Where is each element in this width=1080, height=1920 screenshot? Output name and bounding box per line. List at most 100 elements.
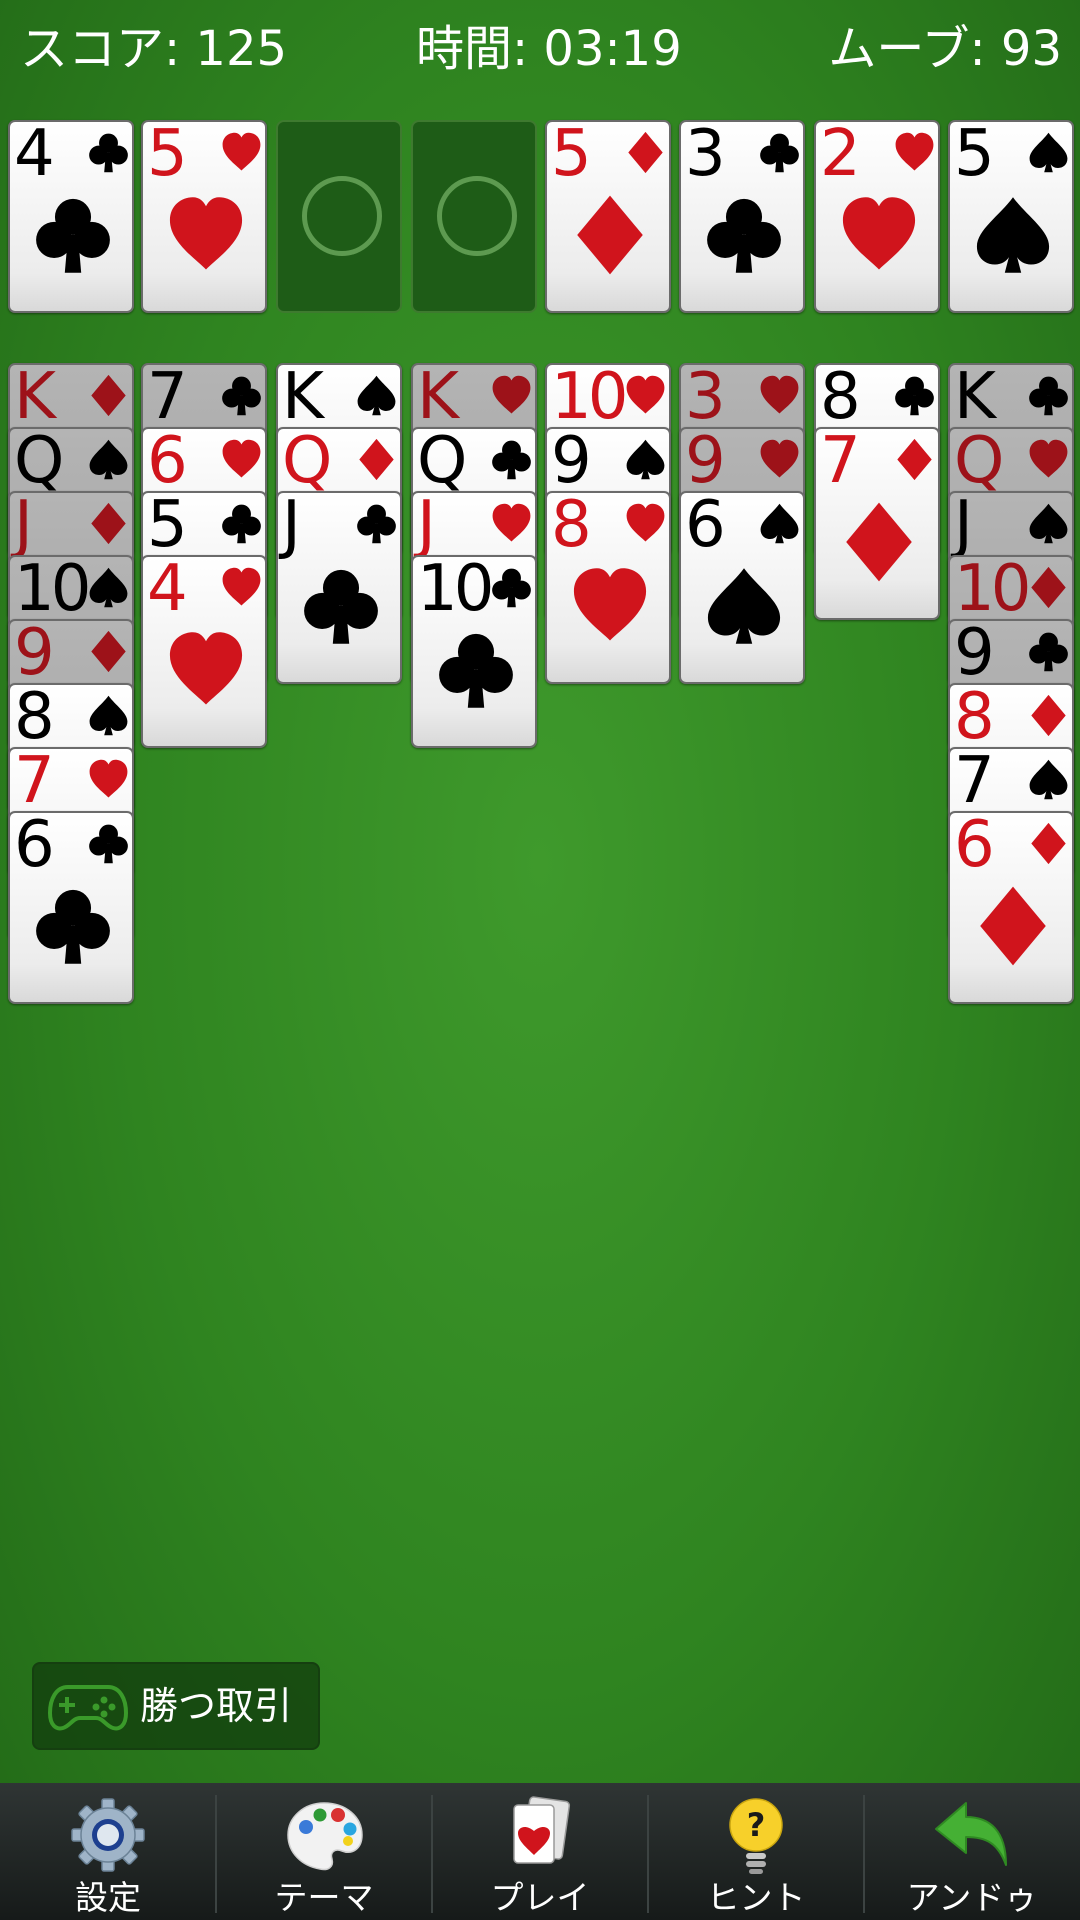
club-icon <box>492 440 531 480</box>
bottom-toolbar: 設定 テーマ プレイ ? ヒント アンドゥ <box>0 1783 1080 1920</box>
club-icon <box>1029 376 1068 416</box>
club-icon <box>492 568 531 608</box>
card-rank: 2 <box>820 120 861 191</box>
card-rank: 5 <box>147 491 188 562</box>
win-deal-button[interactable]: 勝つ取引 <box>32 1662 320 1750</box>
diamond-icon <box>897 438 932 481</box>
settings-label: 設定 <box>75 1878 141 1917</box>
spade-icon <box>626 439 665 480</box>
foundation-card[interactable]: 5 <box>948 120 1074 313</box>
card-rank: 5 <box>551 120 592 191</box>
spade-icon <box>89 695 128 736</box>
spade-icon <box>357 375 396 416</box>
settings-button[interactable]: 設定 <box>0 1783 216 1920</box>
tableau-card[interactable]: 7 <box>814 427 940 620</box>
tableau-card[interactable]: 6 <box>948 811 1074 1004</box>
tableau-card[interactable]: 6 <box>679 491 805 684</box>
club-icon <box>36 198 110 273</box>
diamond-icon <box>628 131 663 174</box>
card-rank: 3 <box>685 120 726 191</box>
heart-icon <box>222 132 261 171</box>
club-icon <box>760 133 799 173</box>
spade-icon <box>1029 132 1068 173</box>
card-rank: 5 <box>147 120 188 191</box>
tableau-card[interactable]: 8 <box>545 491 671 684</box>
spade-icon <box>1029 503 1068 544</box>
card-rank: Q <box>954 427 1004 498</box>
free-cell-card[interactable]: 5 <box>141 120 267 313</box>
card-rank: 8 <box>820 363 861 434</box>
tableau-card[interactable]: 4 <box>141 555 267 748</box>
empty-free-cell[interactable] <box>276 120 402 313</box>
card-rank: 7 <box>147 363 188 434</box>
card-rank: K <box>954 363 996 434</box>
free-cell-card[interactable]: 4 <box>8 120 134 313</box>
card-rank: 10 <box>551 363 628 434</box>
spade-icon <box>89 439 128 480</box>
diamond-icon <box>91 502 126 545</box>
card-rank: K <box>282 363 324 434</box>
card-rank: 10 <box>954 555 1031 626</box>
foundation-card[interactable]: 5 <box>545 120 671 313</box>
score-display: スコア: 125 <box>20 21 288 77</box>
undo-button[interactable]: アンドゥ <box>864 1783 1080 1920</box>
spade-icon <box>89 567 128 608</box>
card-rank: K <box>14 363 56 434</box>
club-icon <box>707 198 781 273</box>
heart-icon <box>626 503 665 542</box>
card-rank: 4 <box>147 555 188 626</box>
heart-icon <box>895 132 934 171</box>
club-icon <box>357 504 396 544</box>
diamond-icon <box>1031 822 1066 865</box>
foundation-card[interactable]: 2 <box>814 120 940 313</box>
empty-free-cell[interactable] <box>411 120 537 313</box>
card-rank: J <box>282 491 301 562</box>
spade-icon <box>1029 759 1068 800</box>
diamond-icon <box>91 630 126 673</box>
card-rank: J <box>14 491 33 562</box>
heart-icon <box>169 197 243 270</box>
empty-slot-icon <box>437 176 517 256</box>
club-icon <box>89 824 128 864</box>
lightbulb-icon: ? <box>729 1798 783 1874</box>
theme-button[interactable]: テーマ <box>216 1783 432 1920</box>
theme-label: テーマ <box>274 1878 374 1917</box>
diamond-icon <box>91 374 126 417</box>
card-rank: 8 <box>954 683 995 754</box>
club-icon <box>222 376 261 416</box>
club-icon <box>304 569 378 644</box>
diamond-icon <box>1031 694 1066 737</box>
card-rank: 8 <box>551 491 592 562</box>
card-rank: 9 <box>551 427 592 498</box>
win-deal-label: 勝つ取引 <box>140 1684 293 1728</box>
card-rank: 6 <box>685 491 726 562</box>
card-rank: Q <box>14 427 64 498</box>
card-rank: 5 <box>954 120 995 191</box>
tableau-card[interactable]: 6 <box>8 811 134 1004</box>
undo-label: アンドゥ <box>906 1878 1038 1917</box>
heart-icon <box>492 503 531 542</box>
play-label: プレイ <box>490 1878 590 1917</box>
diamond-icon <box>577 195 643 275</box>
club-icon <box>89 133 128 173</box>
club-icon <box>1029 632 1068 672</box>
diamond-icon <box>1031 566 1066 609</box>
card-rank: J <box>954 491 973 562</box>
heart-icon <box>222 439 261 478</box>
foundation-card[interactable]: 3 <box>679 120 805 313</box>
heart-icon <box>89 759 128 798</box>
hint-button[interactable]: ? ヒント <box>648 1783 864 1920</box>
tableau-card[interactable]: 10 <box>411 555 537 748</box>
card-rank: 7 <box>820 427 861 498</box>
club-icon <box>36 889 110 964</box>
heart-icon <box>1029 439 1068 478</box>
card-rank: 4 <box>14 120 55 191</box>
moves-display: ムーブ: 93 <box>828 21 1062 77</box>
card-rank: 10 <box>14 555 91 626</box>
heart-icon <box>573 568 647 641</box>
play-button[interactable]: プレイ <box>432 1783 648 1920</box>
tableau-card[interactable]: J <box>276 491 402 684</box>
palette-icon <box>287 1802 363 1871</box>
heart-icon <box>169 632 243 705</box>
diamond-icon <box>980 886 1046 966</box>
